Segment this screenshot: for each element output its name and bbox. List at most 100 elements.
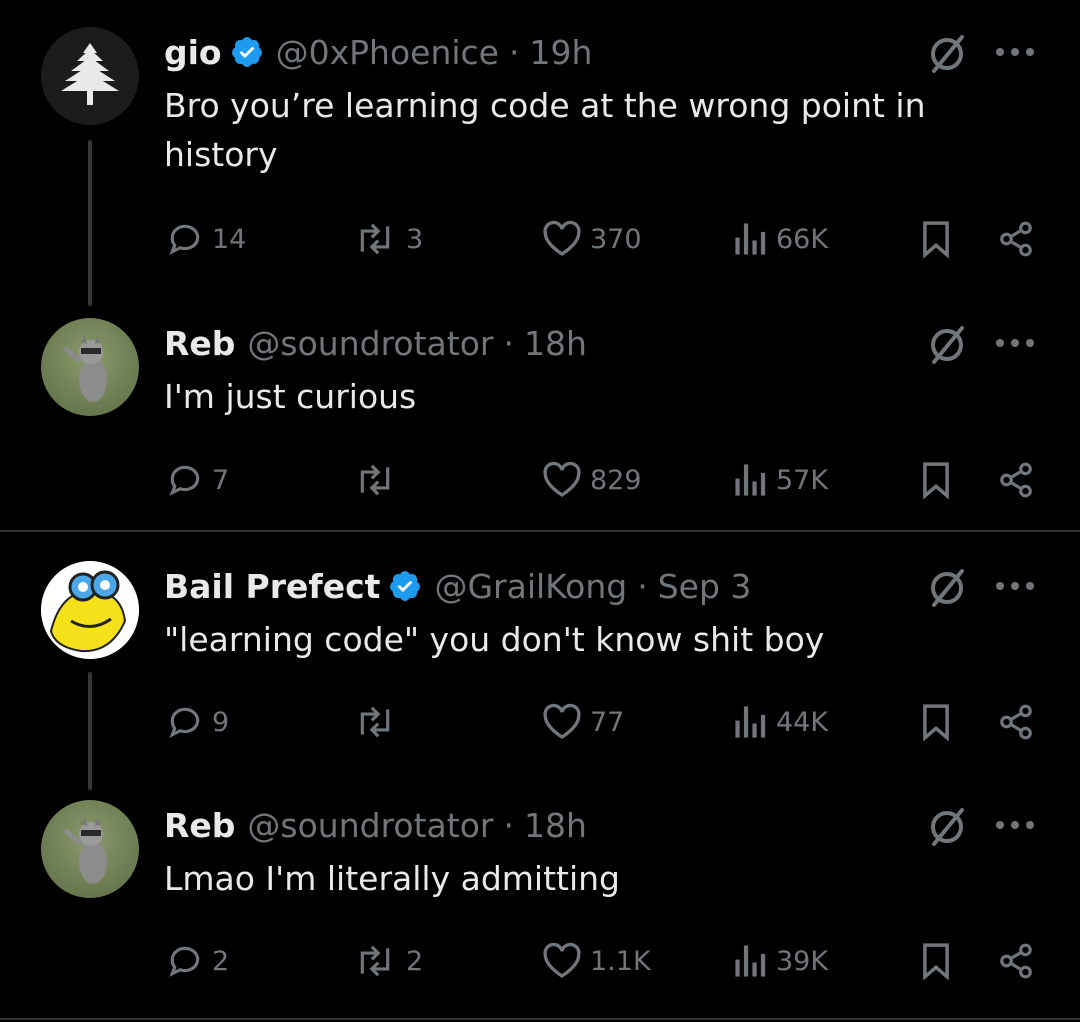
reply-icon: [169, 465, 200, 496]
heart-icon: [543, 942, 581, 978]
author-name[interactable]: gio: [164, 33, 222, 72]
heart-icon: [543, 461, 581, 497]
tweet[interactable]: Bail Prefect @GrailKong · Sep 3 "learnin…: [0, 561, 1080, 781]
tweet-header: Reb @soundrotator · 18h: [164, 318, 587, 368]
raccoon-icon: [63, 336, 107, 402]
tweet[interactable]: Reb @soundrotator · 18h I'm just curious…: [0, 318, 1080, 518]
separator-dot: ·: [508, 32, 520, 72]
reply-count: 7: [212, 464, 230, 496]
author-name[interactable]: Bail Prefect: [164, 567, 380, 606]
reply-icon: [169, 946, 200, 977]
bookmark-icon[interactable]: [920, 220, 952, 258]
reply-count: 14: [212, 223, 247, 255]
tweet[interactable]: Reb @soundrotator · 18h Lmao I'm literal…: [0, 800, 1080, 1000]
view-count: 39K: [776, 945, 829, 977]
repost-button[interactable]: [352, 461, 406, 499]
cedar-tree-icon: [41, 27, 139, 125]
share-icon[interactable]: [996, 220, 1036, 258]
views-icon: [735, 945, 766, 977]
share-icon[interactable]: [996, 461, 1036, 499]
views-button[interactable]: 44K: [734, 703, 828, 741]
repost-button[interactable]: [352, 703, 406, 741]
heart-icon: [543, 703, 581, 739]
heart-icon: [543, 220, 581, 256]
view-count: 44K: [776, 706, 829, 738]
bookmark-icon[interactable]: [920, 461, 952, 499]
avatar[interactable]: [41, 800, 139, 898]
reply-count: 9: [212, 706, 230, 738]
author-handle[interactable]: @0xPhoenice: [276, 33, 499, 72]
views-button[interactable]: 39K: [734, 942, 828, 980]
repost-button[interactable]: 2: [352, 942, 423, 980]
action-bar: 9 77 44K: [0, 697, 1080, 747]
more-options-icon[interactable]: [992, 328, 1038, 358]
share-icon[interactable]: [996, 703, 1036, 741]
reply-icon: [169, 707, 200, 738]
author-handle[interactable]: @GrailKong: [434, 567, 627, 606]
author-handle[interactable]: @soundrotator: [247, 806, 493, 845]
grok-icon[interactable]: [926, 567, 968, 609]
like-count: 370: [590, 223, 642, 255]
cartoon-character-icon: [41, 561, 139, 659]
views-button[interactable]: 66K: [734, 220, 828, 258]
author-name[interactable]: Reb: [164, 806, 235, 845]
reply-button[interactable]: 2: [166, 942, 229, 980]
divider: [0, 1018, 1080, 1020]
more-options-icon[interactable]: [992, 810, 1038, 840]
tweet-text: Lmao I'm literally admitting: [164, 859, 620, 898]
tweet-header: Reb @soundrotator · 18h: [164, 800, 587, 850]
like-button[interactable]: 77: [542, 703, 624, 741]
repost-icon: [360, 223, 390, 255]
like-button[interactable]: 370: [542, 220, 642, 258]
avatar[interactable]: [41, 27, 139, 125]
views-icon: [735, 706, 766, 738]
tweet-text: Bro you’re learning code at the wrong po…: [164, 86, 926, 174]
repost-icon: [360, 706, 390, 738]
reply-button[interactable]: 7: [166, 461, 229, 499]
avatar[interactable]: [41, 318, 139, 416]
author-handle[interactable]: @soundrotator: [247, 324, 493, 363]
separator-dot: ·: [503, 323, 514, 363]
timestamp[interactable]: 19h: [529, 33, 592, 72]
reply-button[interactable]: 14: [166, 220, 246, 258]
avatar[interactable]: [41, 561, 139, 659]
like-button[interactable]: 1.1K: [542, 942, 651, 980]
divider: [0, 530, 1080, 532]
grok-icon[interactable]: [926, 806, 968, 848]
bookmark-icon[interactable]: [920, 942, 952, 980]
views-icon: [735, 464, 766, 496]
reply-button[interactable]: 9: [166, 703, 229, 741]
tweet[interactable]: gio @0xPhoenice · 19h Bro you’re learnin…: [0, 27, 1080, 277]
action-bar: 7 829 57K: [0, 455, 1080, 505]
author-name[interactable]: Reb: [164, 324, 235, 363]
grok-icon[interactable]: [926, 33, 968, 75]
tweet-text: "learning code" you don't know shit boy: [164, 620, 825, 659]
grok-icon[interactable]: [926, 324, 968, 366]
separator-dot: ·: [503, 805, 514, 845]
timestamp[interactable]: Sep 3: [658, 567, 752, 606]
like-count: 829: [590, 464, 642, 496]
raccoon-icon: [63, 818, 107, 884]
reply-count: 2: [212, 945, 230, 977]
bookmark-icon[interactable]: [920, 703, 952, 741]
action-bar: 14 3 370 66K: [0, 214, 1080, 264]
like-count: 1.1K: [590, 945, 651, 977]
views-button[interactable]: 57K: [734, 461, 828, 499]
more-options-icon[interactable]: [992, 571, 1038, 601]
more-options-icon[interactable]: [992, 37, 1038, 67]
separator-dot: ·: [637, 566, 648, 606]
repost-button[interactable]: 3: [352, 220, 423, 258]
views-icon: [735, 223, 766, 255]
view-count: 57K: [776, 464, 829, 496]
view-count: 66K: [776, 223, 829, 255]
timestamp[interactable]: 18h: [524, 806, 587, 845]
reply-icon: [169, 224, 200, 255]
repost-icon: [360, 945, 390, 977]
like-button[interactable]: 829: [542, 461, 642, 499]
verified-badge-icon: [390, 571, 421, 601]
timestamp[interactable]: 18h: [524, 324, 587, 363]
tweet-header: Bail Prefect @GrailKong · Sep 3: [164, 561, 751, 611]
action-bar: 2 2 1.1K 39K: [0, 936, 1080, 986]
repost-icon: [360, 464, 390, 496]
share-icon[interactable]: [996, 942, 1036, 980]
